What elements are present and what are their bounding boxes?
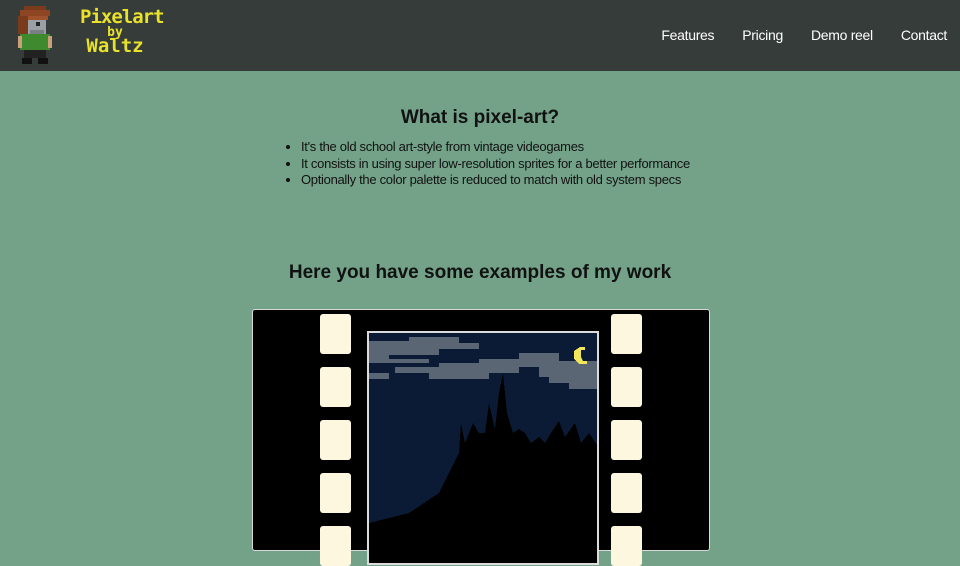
film-hole <box>611 367 642 407</box>
film-hole <box>320 420 351 460</box>
intro-heading: What is pixel-art? <box>400 107 560 128</box>
pixelart-logo[interactable]: Pixelart by Waltz <box>80 8 165 64</box>
nav-links: Features Pricing Demo reel Contact <box>633 26 947 44</box>
examples-heading: Here you have some examples of my work <box>288 262 672 283</box>
film-strip-gallery <box>252 309 710 566</box>
film-hole <box>611 314 642 354</box>
nav-link-pricing[interactable]: Pricing <box>742 26 783 44</box>
logo-line-3: Waltz <box>86 35 144 57</box>
intro-list-item: It's the old school art-style from vinta… <box>301 139 690 156</box>
film-hole <box>320 314 351 354</box>
castle-night-scene <box>369 333 597 563</box>
pixel-character-avatar <box>18 6 52 64</box>
intro-list-item: Optionally the color palette is reduced … <box>301 172 690 189</box>
nav-link-demo-reel[interactable]: Demo reel <box>811 26 873 44</box>
intro-list: It's the old school art-style from vinta… <box>286 139 690 189</box>
film-hole <box>320 473 351 513</box>
film-hole <box>611 473 642 513</box>
film-hole <box>611 420 642 460</box>
intro-list-item: It consists in using super low-resolutio… <box>301 156 690 173</box>
navbar: Pixelart by Waltz Features Pricing Demo … <box>0 0 960 71</box>
film-hole <box>320 367 351 407</box>
film-hole <box>320 526 351 566</box>
nav-link-features[interactable]: Features <box>661 26 714 44</box>
nav-link-contact[interactable]: Contact <box>901 26 947 44</box>
pixel-art-castle-night-image[interactable] <box>367 331 599 565</box>
film-hole <box>611 526 642 566</box>
